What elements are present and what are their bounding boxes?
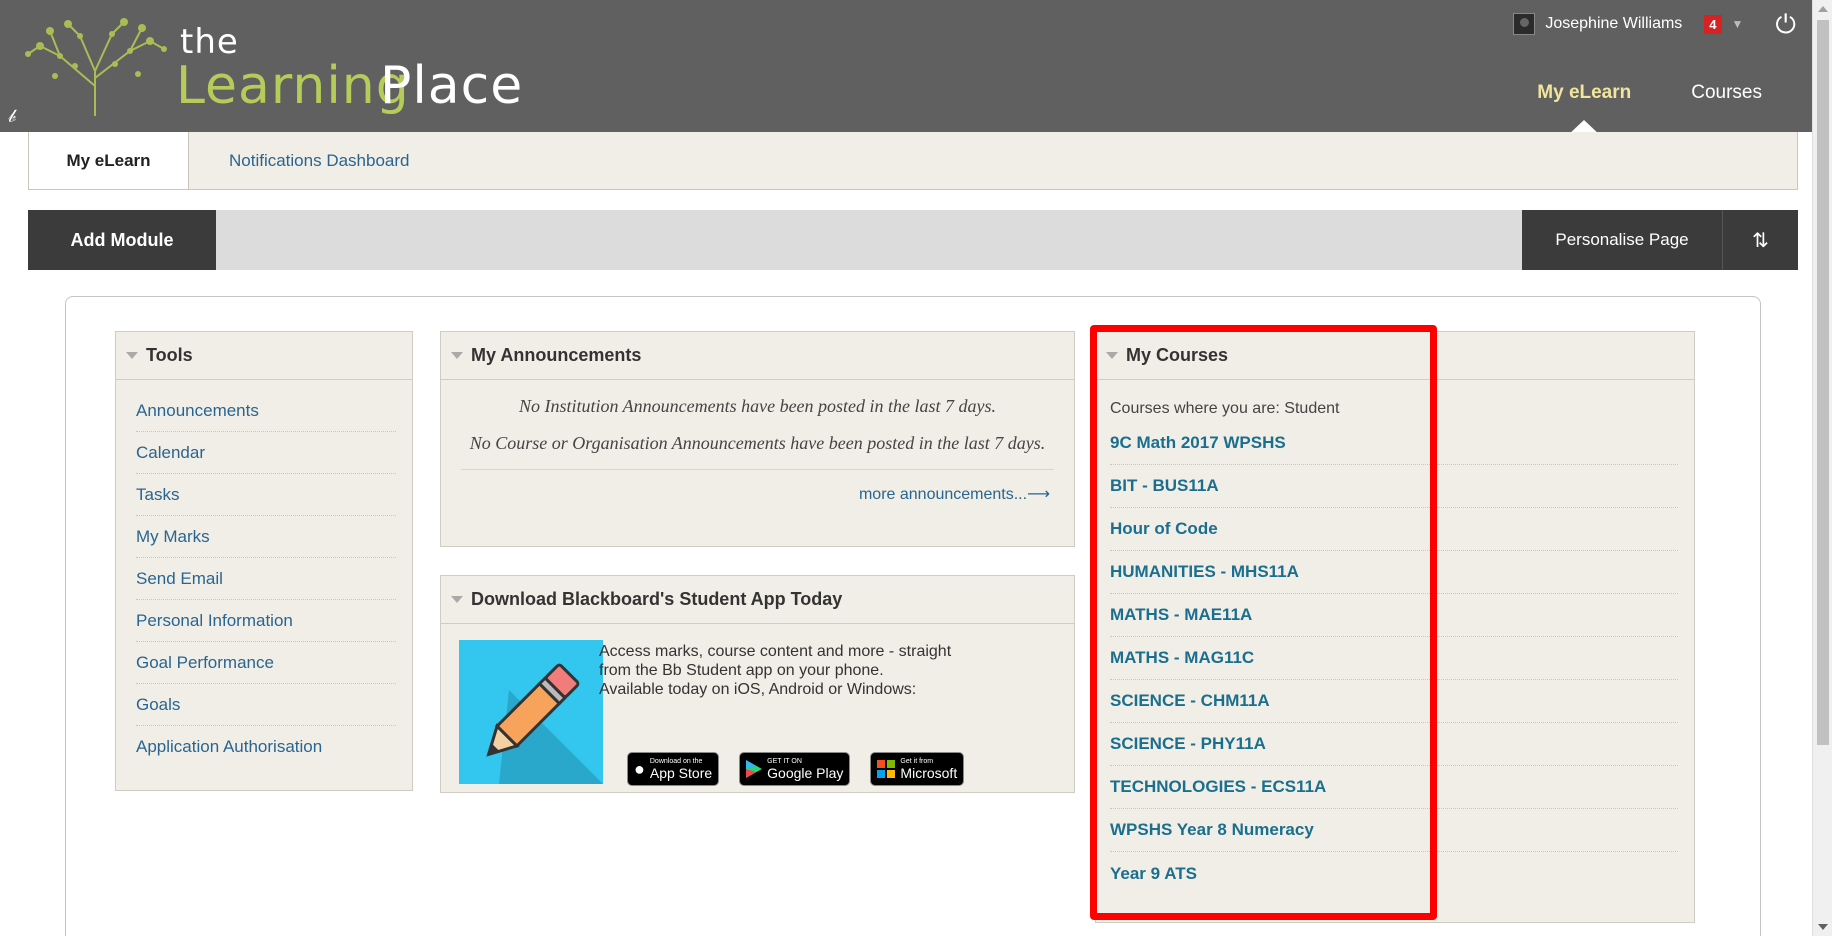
course-link[interactable]: SCIENCE - PHY11A — [1110, 723, 1678, 766]
tab-my-elearn[interactable]: My eLearn — [1537, 82, 1631, 104]
announcements-module: My Announcements No Institution Announce… — [440, 331, 1075, 547]
avatar-icon[interactable] — [1513, 13, 1536, 35]
tool-link-goals[interactable]: Goals — [136, 684, 396, 726]
tool-link-send-email[interactable]: Send Email — [136, 558, 396, 600]
collapse-triangle-icon[interactable] — [1106, 352, 1118, 359]
tab-courses[interactable]: Courses — [1691, 82, 1762, 104]
scroll-down-arrow-icon[interactable] — [1818, 924, 1828, 930]
course-link[interactable]: TECHNOLOGIES - ECS11A — [1110, 766, 1678, 809]
courses-list: Courses where you are: Student 9C Math 2… — [1096, 380, 1694, 895]
store-badges: ● Download on the App Store GET IT ON Goog… — [627, 752, 965, 786]
action-bar: Add Module Personalise Page ⇅ — [28, 210, 1798, 270]
google-play-badge[interactable]: GET IT ON Google Play — [739, 752, 851, 786]
course-link[interactable]: SCIENCE - CHM11A — [1110, 680, 1678, 723]
announcements-title: My Announcements — [471, 345, 642, 365]
course-link[interactable]: WPSHS Year 8 Numeracy — [1110, 809, 1678, 852]
badge-big-text: Google Play — [767, 764, 844, 781]
user-name-link[interactable]: Josephine Williams — [1545, 15, 1682, 33]
top-nav: My eLearn Courses — [1537, 82, 1762, 104]
scroll-thumb[interactable] — [1817, 20, 1829, 745]
tool-link-tasks[interactable]: Tasks — [136, 474, 396, 516]
site-header: the Learning Place 𝒷 Josephine Williams … — [0, 0, 1812, 132]
download-app-line: from the Bb Student app on your phone. — [599, 662, 884, 679]
tools-header[interactable]: Tools — [116, 332, 412, 380]
tools-module: Tools Announcements Calendar Tasks My Ma… — [115, 331, 413, 791]
course-link[interactable]: MATHS - MAG11C — [1110, 637, 1678, 680]
course-link[interactable]: Year 9 ATS — [1110, 852, 1678, 895]
page-scrollbar[interactable] — [1812, 0, 1832, 936]
collapse-triangle-icon[interactable] — [451, 596, 463, 603]
badge-big-text: Microsoft — [900, 764, 958, 781]
logo-text-place: Place — [380, 56, 524, 116]
subtab-my-elearn[interactable]: My eLearn — [29, 132, 189, 189]
tools-title: Tools — [146, 345, 193, 365]
course-link[interactable]: BIT - BUS11A — [1110, 465, 1678, 508]
announcements-header[interactable]: My Announcements — [441, 332, 1074, 380]
logo-text-learning: Learning — [176, 56, 410, 116]
pencil-icon — [459, 640, 603, 784]
course-link[interactable]: Hour of Code — [1110, 508, 1678, 551]
download-app-header[interactable]: Download Blackboard's Student App Today — [441, 576, 1074, 624]
tool-link-goal-performance[interactable]: Goal Performance — [136, 642, 396, 684]
sub-nav: My eLearn Notifications Dashboard — [28, 132, 1798, 190]
course-link[interactable]: MATHS - MAE11A — [1110, 594, 1678, 637]
course-link[interactable]: 9C Math 2017 WPSHS — [1110, 422, 1678, 465]
course-link[interactable]: HUMANITIES - MHS11A — [1110, 551, 1678, 594]
more-announcements-link[interactable]: more announcements...⟶ — [441, 470, 1074, 504]
tool-link-calendar[interactable]: Calendar — [136, 432, 396, 474]
my-courses-module: My Courses Courses where you are: Studen… — [1095, 331, 1695, 923]
download-app-title: Download Blackboard's Student App Today — [471, 589, 843, 609]
collapse-triangle-icon[interactable] — [126, 352, 138, 359]
download-app-body: Access marks, course content and more - … — [441, 624, 1074, 786]
apple-icon: ● — [634, 758, 645, 779]
notification-badge[interactable]: 4 — [1704, 14, 1722, 34]
course-announcements-message: No Course or Organisation Announcements … — [469, 433, 1046, 453]
institution-announcements-message: No Institution Announcements have been p… — [518, 396, 997, 416]
tool-link-announcements[interactable]: Announcements — [136, 390, 396, 432]
reorder-arrows-icon[interactable]: ⇅ — [1722, 210, 1798, 270]
tool-link-my-marks[interactable]: My Marks — [136, 516, 396, 558]
badge-big-text: App Store — [649, 764, 713, 781]
quick-links-icon[interactable]: 𝒷 — [8, 106, 16, 127]
scroll-up-arrow-icon[interactable] — [1818, 6, 1828, 12]
tool-link-application-authorisation[interactable]: Application Authorisation — [136, 726, 396, 768]
download-app-description: Access marks, course content and more - … — [599, 642, 1029, 699]
collapse-triangle-icon[interactable] — [451, 352, 463, 359]
my-courses-title: My Courses — [1126, 345, 1229, 365]
chevron-down-icon[interactable]: ▼ — [1732, 17, 1744, 31]
download-app-module: Download Blackboard's Student App Today … — [440, 575, 1075, 793]
tools-list: Announcements Calendar Tasks My Marks Se… — [116, 380, 412, 768]
my-courses-header[interactable]: My Courses — [1096, 332, 1694, 380]
windows-icon — [877, 760, 896, 778]
download-app-line: Available today on iOS, Android or Windo… — [599, 681, 917, 698]
learning-place-logo[interactable]: the Learning Place — [10, 12, 522, 122]
google-play-icon — [746, 760, 763, 778]
user-area: Josephine Williams 4 ▼ ⏻ — [1513, 10, 1796, 38]
personalise-page-button[interactable]: Personalise Page — [1522, 210, 1722, 270]
microsoft-badge[interactable]: Get it from Microsoft — [870, 752, 965, 786]
add-module-button[interactable]: Add Module — [28, 210, 216, 270]
download-app-line: Access marks, course content and more - … — [599, 643, 952, 660]
app-store-badge[interactable]: ● Download on the App Store — [627, 752, 720, 786]
power-icon[interactable]: ⏻ — [1775, 11, 1796, 37]
courses-role-label: Courses where you are: Student — [1110, 400, 1340, 417]
tree-logo-icon — [25, 18, 167, 116]
subtab-notifications-dashboard[interactable]: Notifications Dashboard — [209, 132, 409, 189]
tool-link-personal-information[interactable]: Personal Information — [136, 600, 396, 642]
